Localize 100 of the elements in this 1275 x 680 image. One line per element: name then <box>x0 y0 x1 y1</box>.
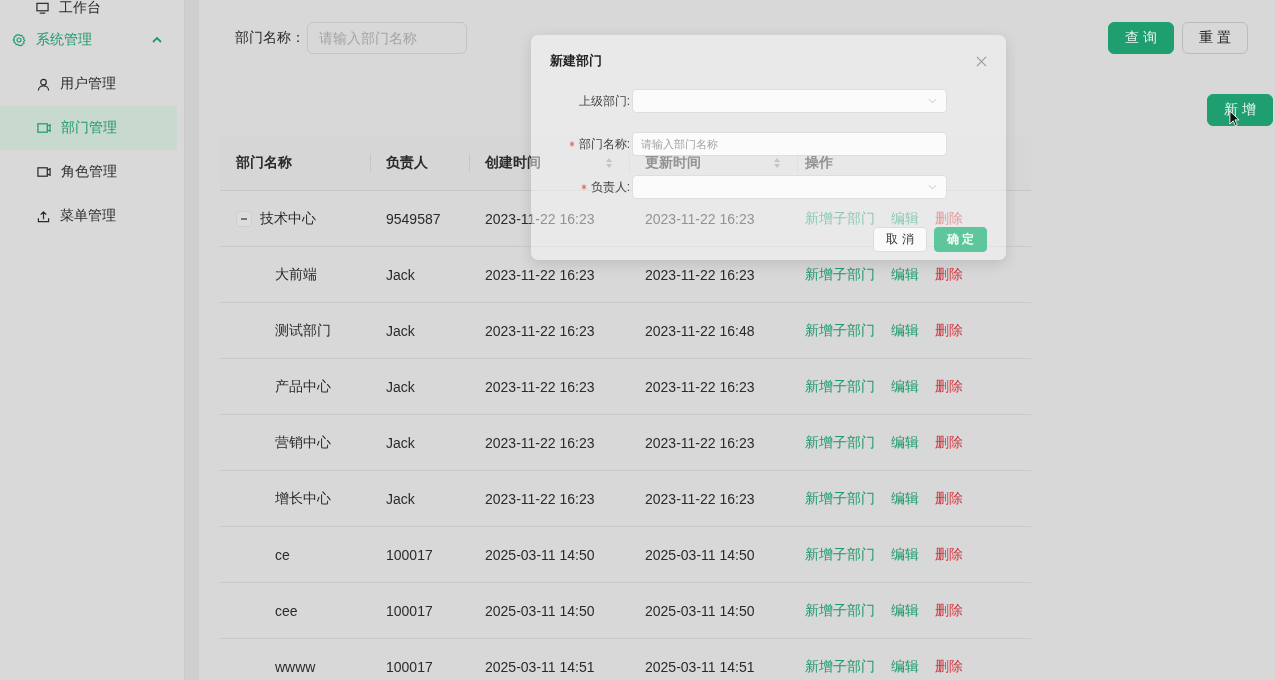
upload-icon <box>37 209 50 223</box>
sort-icon[interactable] <box>773 156 781 169</box>
delete-link[interactable]: 删除 <box>935 209 963 228</box>
table-cell: 2023-11-22 16:23 <box>485 266 595 283</box>
menu-item[interactable]: 菜单管理 <box>0 194 177 238</box>
action-link[interactable]: 新增子部门 <box>805 601 875 620</box>
table-cell: 2023-11-22 16:23 <box>485 434 595 451</box>
delete-link[interactable]: 删除 <box>935 321 963 340</box>
table-cell: 2023-11-22 16:23 <box>645 434 755 451</box>
action-link[interactable]: 新增子部门 <box>805 657 875 676</box>
field-label: 上级部门: <box>578 92 630 110</box>
table-cell: Jack <box>386 434 415 451</box>
table-cell: 增长中心 <box>275 489 331 508</box>
table-cell: 2025-03-11 14:50 <box>645 602 755 619</box>
reset-button[interactable]: 重 置 <box>1182 22 1248 54</box>
table-cell: 2025-03-11 14:51 <box>485 658 595 675</box>
select-field[interactable] <box>632 175 947 199</box>
table-cell: 产品中心 <box>275 377 331 396</box>
caret-icon <box>152 37 162 43</box>
menu-group-label: 系统管理 <box>36 31 93 49</box>
table-cell: 2025-03-11 14:50 <box>485 602 595 619</box>
table-cell: Jack <box>386 322 415 339</box>
collapse-button[interactable] <box>236 210 252 227</box>
table-cell: 测试部门 <box>275 321 331 340</box>
field-label: 部门名称： <box>235 29 305 47</box>
menu-item[interactable]: 角色管理 <box>0 150 177 194</box>
table-cell: 2023-11-22 16:23 <box>645 378 755 395</box>
action-link[interactable]: 编辑 <box>891 657 919 676</box>
menu-item[interactable]: 部门管理 <box>0 106 177 150</box>
table-cell: 2025-03-11 14:50 <box>485 546 595 563</box>
delete-link[interactable]: 删除 <box>935 265 963 284</box>
delete-link[interactable]: 删除 <box>935 433 963 452</box>
field-label: 部门名称: <box>578 135 630 153</box>
table-cell: Jack <box>386 490 415 507</box>
dialog-title: 新建部门 <box>550 52 602 70</box>
table-cell: 营销中心 <box>275 433 331 452</box>
column-header: 操作 <box>805 153 833 172</box>
action-link[interactable]: 编辑 <box>891 209 919 228</box>
confirm-button[interactable]: 确 定 <box>933 227 987 252</box>
action-link[interactable]: 新增子部门 <box>805 545 875 564</box>
table-cell: 100017 <box>386 546 433 563</box>
cancel-button[interactable]: 取 消 <box>873 227 927 252</box>
delete-link[interactable]: 删除 <box>935 377 963 396</box>
action-link[interactable]: 编辑 <box>891 433 919 452</box>
input-field[interactable]: 请输入部门名称 <box>632 132 947 156</box>
table-cell: 2023-11-22 16:23 <box>485 210 595 227</box>
delete-link[interactable]: 删除 <box>935 545 963 564</box>
table-cell: 100017 <box>386 658 433 675</box>
camera-icon <box>37 122 51 134</box>
action-link[interactable]: 新增子部门 <box>805 321 875 340</box>
delete-link[interactable]: 删除 <box>935 489 963 508</box>
table-cell: 100017 <box>386 602 433 619</box>
monitor-icon <box>36 2 49 14</box>
table-cell: 2025-03-11 14:51 <box>645 658 755 675</box>
column-header: 部门名称 <box>236 153 292 172</box>
action-link[interactable]: 新增子部门 <box>805 377 875 396</box>
field-label: 负责人: <box>590 178 630 196</box>
menu-group[interactable]: 系统管理 <box>0 18 184 62</box>
column-header: 创建时间 <box>485 153 541 172</box>
table-cell: 2023-11-22 16:23 <box>485 490 595 507</box>
action-link[interactable]: 编辑 <box>891 545 919 564</box>
action-link[interactable]: 新增子部门 <box>805 489 875 508</box>
menu-item[interactable]: 工作台 <box>0 0 184 16</box>
table-cell: 2023-11-22 16:23 <box>645 210 755 227</box>
table-cell: 9549587 <box>386 210 441 227</box>
menu-item[interactable]: 用户管理 <box>0 62 177 106</box>
close-button[interactable] <box>976 55 987 67</box>
table-cell: 2023-11-22 16:23 <box>645 490 755 507</box>
user-icon <box>37 77 50 91</box>
action-link[interactable]: 编辑 <box>891 601 919 620</box>
delete-link[interactable]: 删除 <box>935 601 963 620</box>
table-cell: Jack <box>386 378 415 395</box>
column-header: 更新时间 <box>645 153 701 172</box>
chevron-down-icon <box>928 184 937 190</box>
table-cell: 2023-11-22 16:23 <box>485 322 595 339</box>
table-cell: 2023-11-22 16:48 <box>645 322 755 339</box>
table-cell: 技术中心 <box>260 209 316 228</box>
action-link[interactable]: 编辑 <box>891 489 919 508</box>
search-button[interactable]: 查 询 <box>1108 22 1175 54</box>
table-cell: ce <box>275 546 290 563</box>
action-link[interactable]: 编辑 <box>891 265 919 284</box>
table-cell: cee <box>275 602 298 619</box>
action-link[interactable]: 新增子部门 <box>805 265 875 284</box>
delete-link[interactable]: 删除 <box>935 657 963 676</box>
action-link[interactable]: 新增子部门 <box>805 433 875 452</box>
chevron-down-icon <box>928 98 937 104</box>
table-cell: Jack <box>386 266 415 283</box>
gear-icon <box>12 33 26 47</box>
action-link[interactable]: 新增子部门 <box>805 209 875 228</box>
table-cell: 2023-11-22 16:23 <box>645 266 755 283</box>
column-header: 负责人 <box>386 153 428 172</box>
table-cell: wwww <box>275 658 316 675</box>
camera-icon <box>37 166 51 178</box>
table-cell: 2023-11-22 16:23 <box>485 378 595 395</box>
table-cell: 2025-03-11 14:50 <box>645 546 755 563</box>
select-field[interactable] <box>632 89 947 113</box>
action-link[interactable]: 编辑 <box>891 321 919 340</box>
sort-icon[interactable] <box>605 156 613 169</box>
action-link[interactable]: 编辑 <box>891 377 919 396</box>
table-cell: 大前端 <box>275 265 317 284</box>
